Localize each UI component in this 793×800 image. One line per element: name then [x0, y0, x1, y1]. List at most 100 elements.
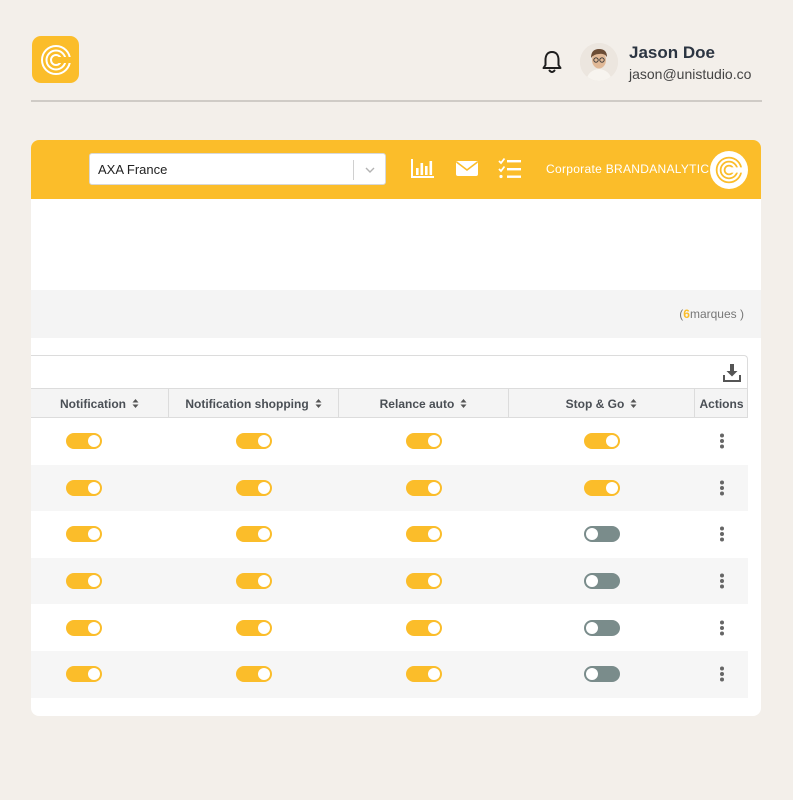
toggle-knob	[606, 481, 618, 494]
toggle-knob	[428, 528, 440, 541]
toggle-notification-shopping[interactable]	[236, 479, 272, 496]
table-row	[31, 511, 748, 558]
column-header-relance-auto[interactable]: Relance auto	[339, 389, 509, 418]
more-actions-icon[interactable]	[719, 666, 725, 682]
brand-count: (6marques )	[679, 307, 744, 321]
toggle-notification[interactable]	[65, 526, 102, 543]
toggle-notification-shopping[interactable]	[236, 526, 272, 543]
actions-cell	[695, 418, 748, 465]
toggle-knob	[87, 435, 100, 448]
table-cell	[31, 651, 136, 698]
table-cell	[339, 418, 509, 465]
toggle-stop-go[interactable]	[584, 433, 620, 450]
table-row	[31, 650, 748, 698]
more-actions-icon[interactable]	[719, 480, 725, 496]
toggle-notification-shopping[interactable]	[236, 619, 272, 636]
toggle-knob	[87, 481, 100, 494]
toggle-knob	[428, 575, 440, 588]
more-actions-icon[interactable]	[719, 526, 725, 542]
table-cell	[509, 558, 695, 605]
column-header-notification[interactable]: Notification	[31, 389, 169, 418]
toggle-knob	[258, 481, 270, 494]
checklist-icon[interactable]	[498, 157, 522, 179]
column-header-notification-shopping[interactable]: Notification shopping	[169, 389, 339, 418]
download-icon[interactable]	[723, 363, 741, 382]
toggle-notification[interactable]	[65, 619, 102, 636]
header-divider	[31, 100, 762, 102]
user-avatar[interactable]	[580, 43, 618, 81]
brand-logo	[710, 151, 748, 189]
toggle-knob	[258, 621, 270, 634]
table-cell	[339, 651, 509, 698]
select-separator	[353, 160, 354, 180]
sort-icon	[460, 399, 467, 408]
table-cell	[169, 465, 339, 512]
toggle-relance-auto[interactable]	[406, 433, 442, 450]
toggle-stop-go[interactable]	[584, 619, 620, 636]
toggle-relance-auto[interactable]	[406, 619, 442, 636]
table-cell	[339, 604, 509, 651]
table-row	[31, 557, 748, 605]
toggle-knob	[258, 668, 270, 681]
table-cell	[509, 465, 695, 512]
toggle-notification[interactable]	[65, 433, 102, 450]
toggle-stop-go[interactable]	[584, 526, 620, 543]
table-cell	[509, 418, 695, 465]
toggle-relance-auto[interactable]	[406, 479, 442, 496]
toggle-knob	[258, 435, 270, 448]
toggle-knob	[586, 668, 598, 681]
table-cell	[169, 651, 339, 698]
logo-icon	[40, 44, 73, 75]
table-cell	[31, 465, 136, 512]
toggle-knob	[87, 528, 100, 541]
app-logo[interactable]	[32, 36, 79, 83]
mail-icon[interactable]	[455, 157, 479, 179]
more-actions-icon[interactable]	[719, 620, 725, 636]
toggle-notification[interactable]	[65, 479, 102, 496]
chevron-down-icon[interactable]	[364, 164, 376, 176]
toggle-notification-shopping[interactable]	[236, 573, 272, 590]
notification-bell-icon[interactable]	[540, 49, 564, 75]
column-header-stop-go[interactable]: Stop & Go	[509, 389, 695, 418]
toggle-stop-go[interactable]	[584, 479, 620, 496]
table-cell	[339, 511, 509, 558]
toggle-knob	[87, 668, 100, 681]
toggle-relance-auto[interactable]	[406, 666, 442, 683]
toggle-knob	[428, 435, 440, 448]
table-cell	[169, 511, 339, 558]
table-header: Notification Notification shopping Relan…	[31, 388, 748, 418]
toggle-stop-go[interactable]	[584, 666, 620, 683]
table-cell	[509, 511, 695, 558]
actions-cell	[695, 465, 748, 512]
actions-cell	[695, 511, 748, 558]
user-email: jason@unistudio.co	[629, 66, 752, 82]
toggle-notification-shopping[interactable]	[236, 433, 272, 450]
toggle-stop-go[interactable]	[584, 573, 620, 590]
table-cell	[169, 418, 339, 465]
table-cell	[31, 558, 136, 605]
sort-icon	[315, 399, 322, 408]
toggle-knob	[586, 528, 598, 541]
more-actions-icon[interactable]	[719, 433, 725, 449]
toggle-notification[interactable]	[65, 573, 102, 590]
toggle-knob	[258, 575, 270, 588]
company-select[interactable]: AXA France	[89, 153, 386, 185]
table-cell	[31, 511, 136, 558]
actions-cell	[695, 558, 748, 605]
brand-count-label: marques )	[689, 307, 744, 321]
sort-icon	[132, 399, 139, 408]
table-toolbar	[31, 355, 748, 389]
card-header: AXA France Corporate BRANDANALYTIC	[31, 140, 761, 199]
toggle-notification[interactable]	[65, 666, 102, 683]
chart-icon[interactable]	[411, 157, 435, 179]
table-cell	[31, 604, 136, 651]
more-actions-icon[interactable]	[719, 573, 725, 589]
toggle-relance-auto[interactable]	[406, 573, 442, 590]
toggle-relance-auto[interactable]	[406, 526, 442, 543]
toggle-knob	[87, 621, 100, 634]
table-cell	[509, 651, 695, 698]
toggle-knob	[258, 528, 270, 541]
toggle-notification-shopping[interactable]	[236, 666, 272, 683]
toggle-knob	[606, 435, 618, 448]
toggle-knob	[428, 621, 440, 634]
